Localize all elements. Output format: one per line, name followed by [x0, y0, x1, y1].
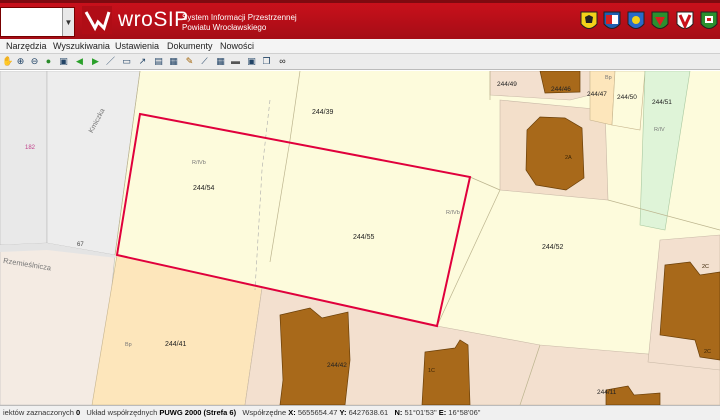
- parcel-label: 244/41: [165, 341, 187, 348]
- landuse-label: R/IVb: [192, 160, 206, 166]
- measure-line-icon[interactable]: ／: [105, 56, 116, 67]
- x-value: 5655654.47: [297, 408, 338, 417]
- coords-label: Współrzędne: [242, 408, 287, 417]
- chevron-down-icon[interactable]: ▼: [62, 8, 74, 36]
- y-value: 6427638.61: [348, 408, 389, 417]
- y-label: Y:: [339, 408, 347, 417]
- table-icon[interactable]: ▬: [230, 56, 241, 67]
- layer-dropdown[interactable]: ▼: [0, 7, 75, 37]
- menu-item-ustawienia[interactable]: Ustawienia: [115, 41, 159, 51]
- link-icon[interactable]: ∞: [277, 56, 288, 67]
- parcel-label: 244/51: [652, 99, 672, 106]
- selected-count-label: iektów zaznaczonych: [3, 408, 74, 417]
- zoom-out-icon[interactable]: ⊖: [29, 56, 40, 67]
- zoom-full-icon[interactable]: ●: [43, 56, 54, 67]
- landuse-label: R/IVb: [446, 210, 460, 216]
- crest-4-icon[interactable]: [651, 11, 669, 33]
- app-window: ▼ wroSIP System Informacji Przestrzennej…: [0, 0, 720, 420]
- crest-1-icon[interactable]: [580, 11, 598, 33]
- n-value: 51°01'53": [404, 408, 437, 417]
- map-toolbar: ✋ ⊕ ⊖ ● ▣ ◀ ▶ ／ ▭ ↗ ▤ ▦ ✎ ⟋ ▦ ▬ ▣ ❐ ∞: [0, 54, 720, 70]
- building-number-label: 1C: [428, 368, 436, 374]
- crs-value: PUWG 2000 (Strefa 6): [159, 408, 237, 417]
- address-label: 182: [25, 145, 36, 151]
- n-label: N:: [394, 408, 403, 417]
- crs-label: Układ współrzędnych: [86, 408, 158, 417]
- e-value: 16°58'06": [448, 408, 481, 417]
- draw-icon[interactable]: ✎: [184, 56, 195, 67]
- parcel-label: 244/42: [327, 362, 347, 369]
- pan-icon[interactable]: ✋: [2, 56, 13, 67]
- parcel-label: 244/50: [617, 94, 637, 101]
- parcel-label: 244/39: [312, 109, 334, 116]
- legend-icon[interactable]: ▦: [168, 56, 179, 67]
- selected-count-value: 0: [75, 408, 81, 417]
- parcel-label: 244/47: [587, 91, 607, 98]
- crest-6-icon[interactable]: [700, 11, 718, 33]
- brand-title: wroSIP: [118, 8, 189, 31]
- building-number-label: 2A: [565, 155, 572, 161]
- header-bar: ▼ wroSIP System Informacji Przestrzennej…: [0, 0, 720, 39]
- parcel-label: 244/11: [597, 389, 617, 396]
- building-number-label: 2C: [704, 349, 712, 355]
- grid-icon[interactable]: ▦: [215, 56, 226, 67]
- parcel-label: 244/49: [497, 81, 517, 88]
- landuse-label: Bp: [125, 342, 132, 348]
- crest-5-icon[interactable]: [676, 11, 694, 33]
- layers-icon[interactable]: ▤: [153, 56, 164, 67]
- parcel-label: 244/55: [353, 234, 375, 241]
- parcel-label: 244/52: [542, 244, 564, 251]
- brand-subtitle-line2: Powiatu Wrocławskiego: [182, 23, 267, 32]
- info-icon[interactable]: ↗: [137, 56, 148, 67]
- brand-subtitle-line1: System Informacji Przestrzennej: [182, 13, 297, 22]
- wrosip-logo-icon: [82, 6, 112, 34]
- address-label: 67: [77, 242, 84, 248]
- menu-bar: Narzędzia Wyszukiwania Ustawienia Dokume…: [0, 39, 720, 54]
- status-bar: iektów zaznaczonych 0 Układ współrzędnyc…: [0, 405, 720, 420]
- menu-item-nowosci[interactable]: Nowości: [220, 41, 254, 51]
- landuse-label: R/IV: [654, 127, 665, 133]
- forward-icon[interactable]: ▶: [90, 56, 101, 67]
- menu-item-narzedzia[interactable]: Narzędzia: [6, 41, 47, 51]
- building-number-label: 2C: [702, 264, 710, 270]
- zoom-in-icon[interactable]: ⊕: [15, 56, 26, 67]
- crest-3-icon[interactable]: [627, 11, 645, 33]
- print-icon[interactable]: ▭: [121, 56, 132, 67]
- chart-icon[interactable]: ⟋: [199, 56, 210, 67]
- menu-item-dokumenty[interactable]: Dokumenty: [167, 41, 213, 51]
- landuse-label: Bp: [605, 75, 612, 81]
- parcel-label: 244/46: [551, 86, 571, 93]
- menu-item-wyszukiwania[interactable]: Wyszukiwania: [53, 41, 110, 51]
- copy-icon[interactable]: ❐: [261, 56, 272, 67]
- crest-2-icon[interactable]: [603, 11, 621, 33]
- e-label: E:: [438, 408, 447, 417]
- back-icon[interactable]: ◀: [74, 56, 85, 67]
- parcel-label: 244/54: [193, 185, 215, 192]
- x-label: X:: [288, 408, 296, 417]
- zoom-window-icon[interactable]: ▣: [58, 56, 69, 67]
- save-icon[interactable]: ▣: [246, 56, 257, 67]
- map-canvas[interactable]: 244/54 244/55 244/52 244/39 244/41 244/4…: [0, 71, 720, 405]
